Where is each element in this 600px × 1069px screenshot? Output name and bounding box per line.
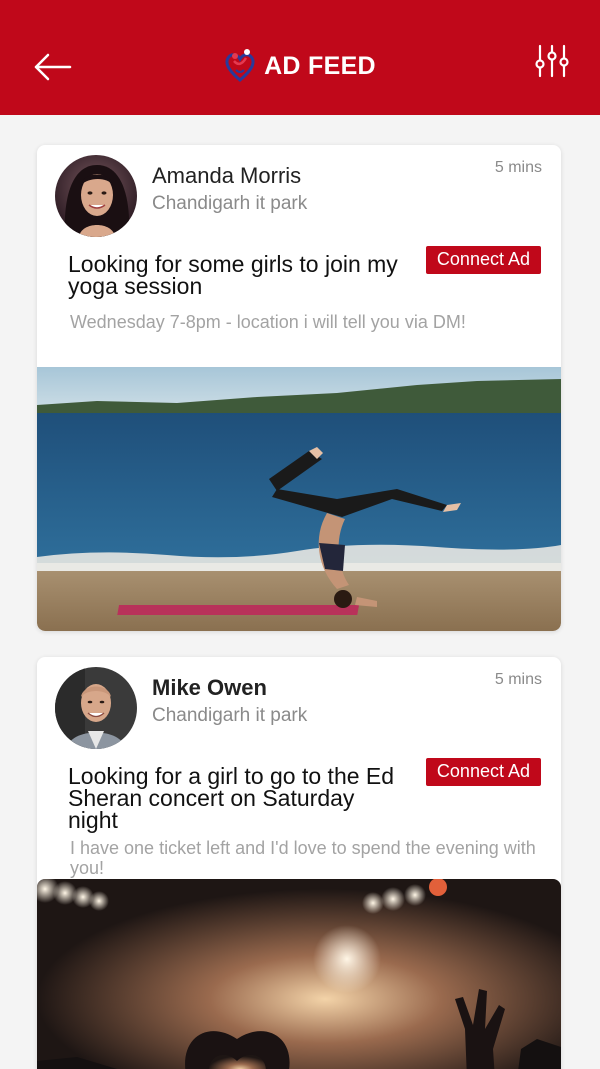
- post-headline: Looking for a girl to go to the Ed Shera…: [68, 763, 395, 833]
- post-description: I have one ticket left and I'd love to s…: [70, 838, 536, 878]
- user-avatar-image: [55, 155, 137, 237]
- header-title-group: AD FEED: [0, 46, 600, 86]
- ad-card[interactable]: Mike Owen Chandigarh it park 5 mins Look…: [37, 657, 561, 1069]
- connect-ad-button[interactable]: Connect Ad: [425, 758, 541, 786]
- post-photo[interactable]: [37, 879, 561, 1069]
- poster-name[interactable]: Amanda Morris: [152, 163, 301, 189]
- poster-location: Chandigarh it park: [152, 193, 308, 214]
- poster-location: Chandigarh it park: [152, 705, 308, 726]
- post-headline: Looking for some girls to join my yoga s…: [68, 251, 398, 299]
- avatar[interactable]: [55, 155, 137, 237]
- concert-crowd-photo: [37, 879, 561, 1069]
- post-photo[interactable]: [37, 367, 561, 631]
- post-time: 5 mins: [494, 671, 542, 688]
- heart-couple-logo: [225, 49, 255, 82]
- post-time: 5 mins: [494, 159, 542, 176]
- app-header: AD FEED: [0, 0, 600, 115]
- sliders-icon: [535, 44, 569, 78]
- filter-button[interactable]: [532, 42, 572, 82]
- post-description: Wednesday 7-8pm - location i will tell y…: [70, 312, 466, 332]
- ad-card[interactable]: Amanda Morris Chandigarh it park 5 mins …: [37, 145, 561, 631]
- avatar[interactable]: [55, 667, 137, 749]
- page-title: AD FEED: [264, 51, 376, 80]
- yoga-on-beach-photo: [37, 367, 561, 631]
- poster-name[interactable]: Mike Owen: [152, 675, 267, 701]
- connect-ad-button[interactable]: Connect Ad: [425, 246, 541, 274]
- user-avatar-image: [55, 667, 137, 749]
